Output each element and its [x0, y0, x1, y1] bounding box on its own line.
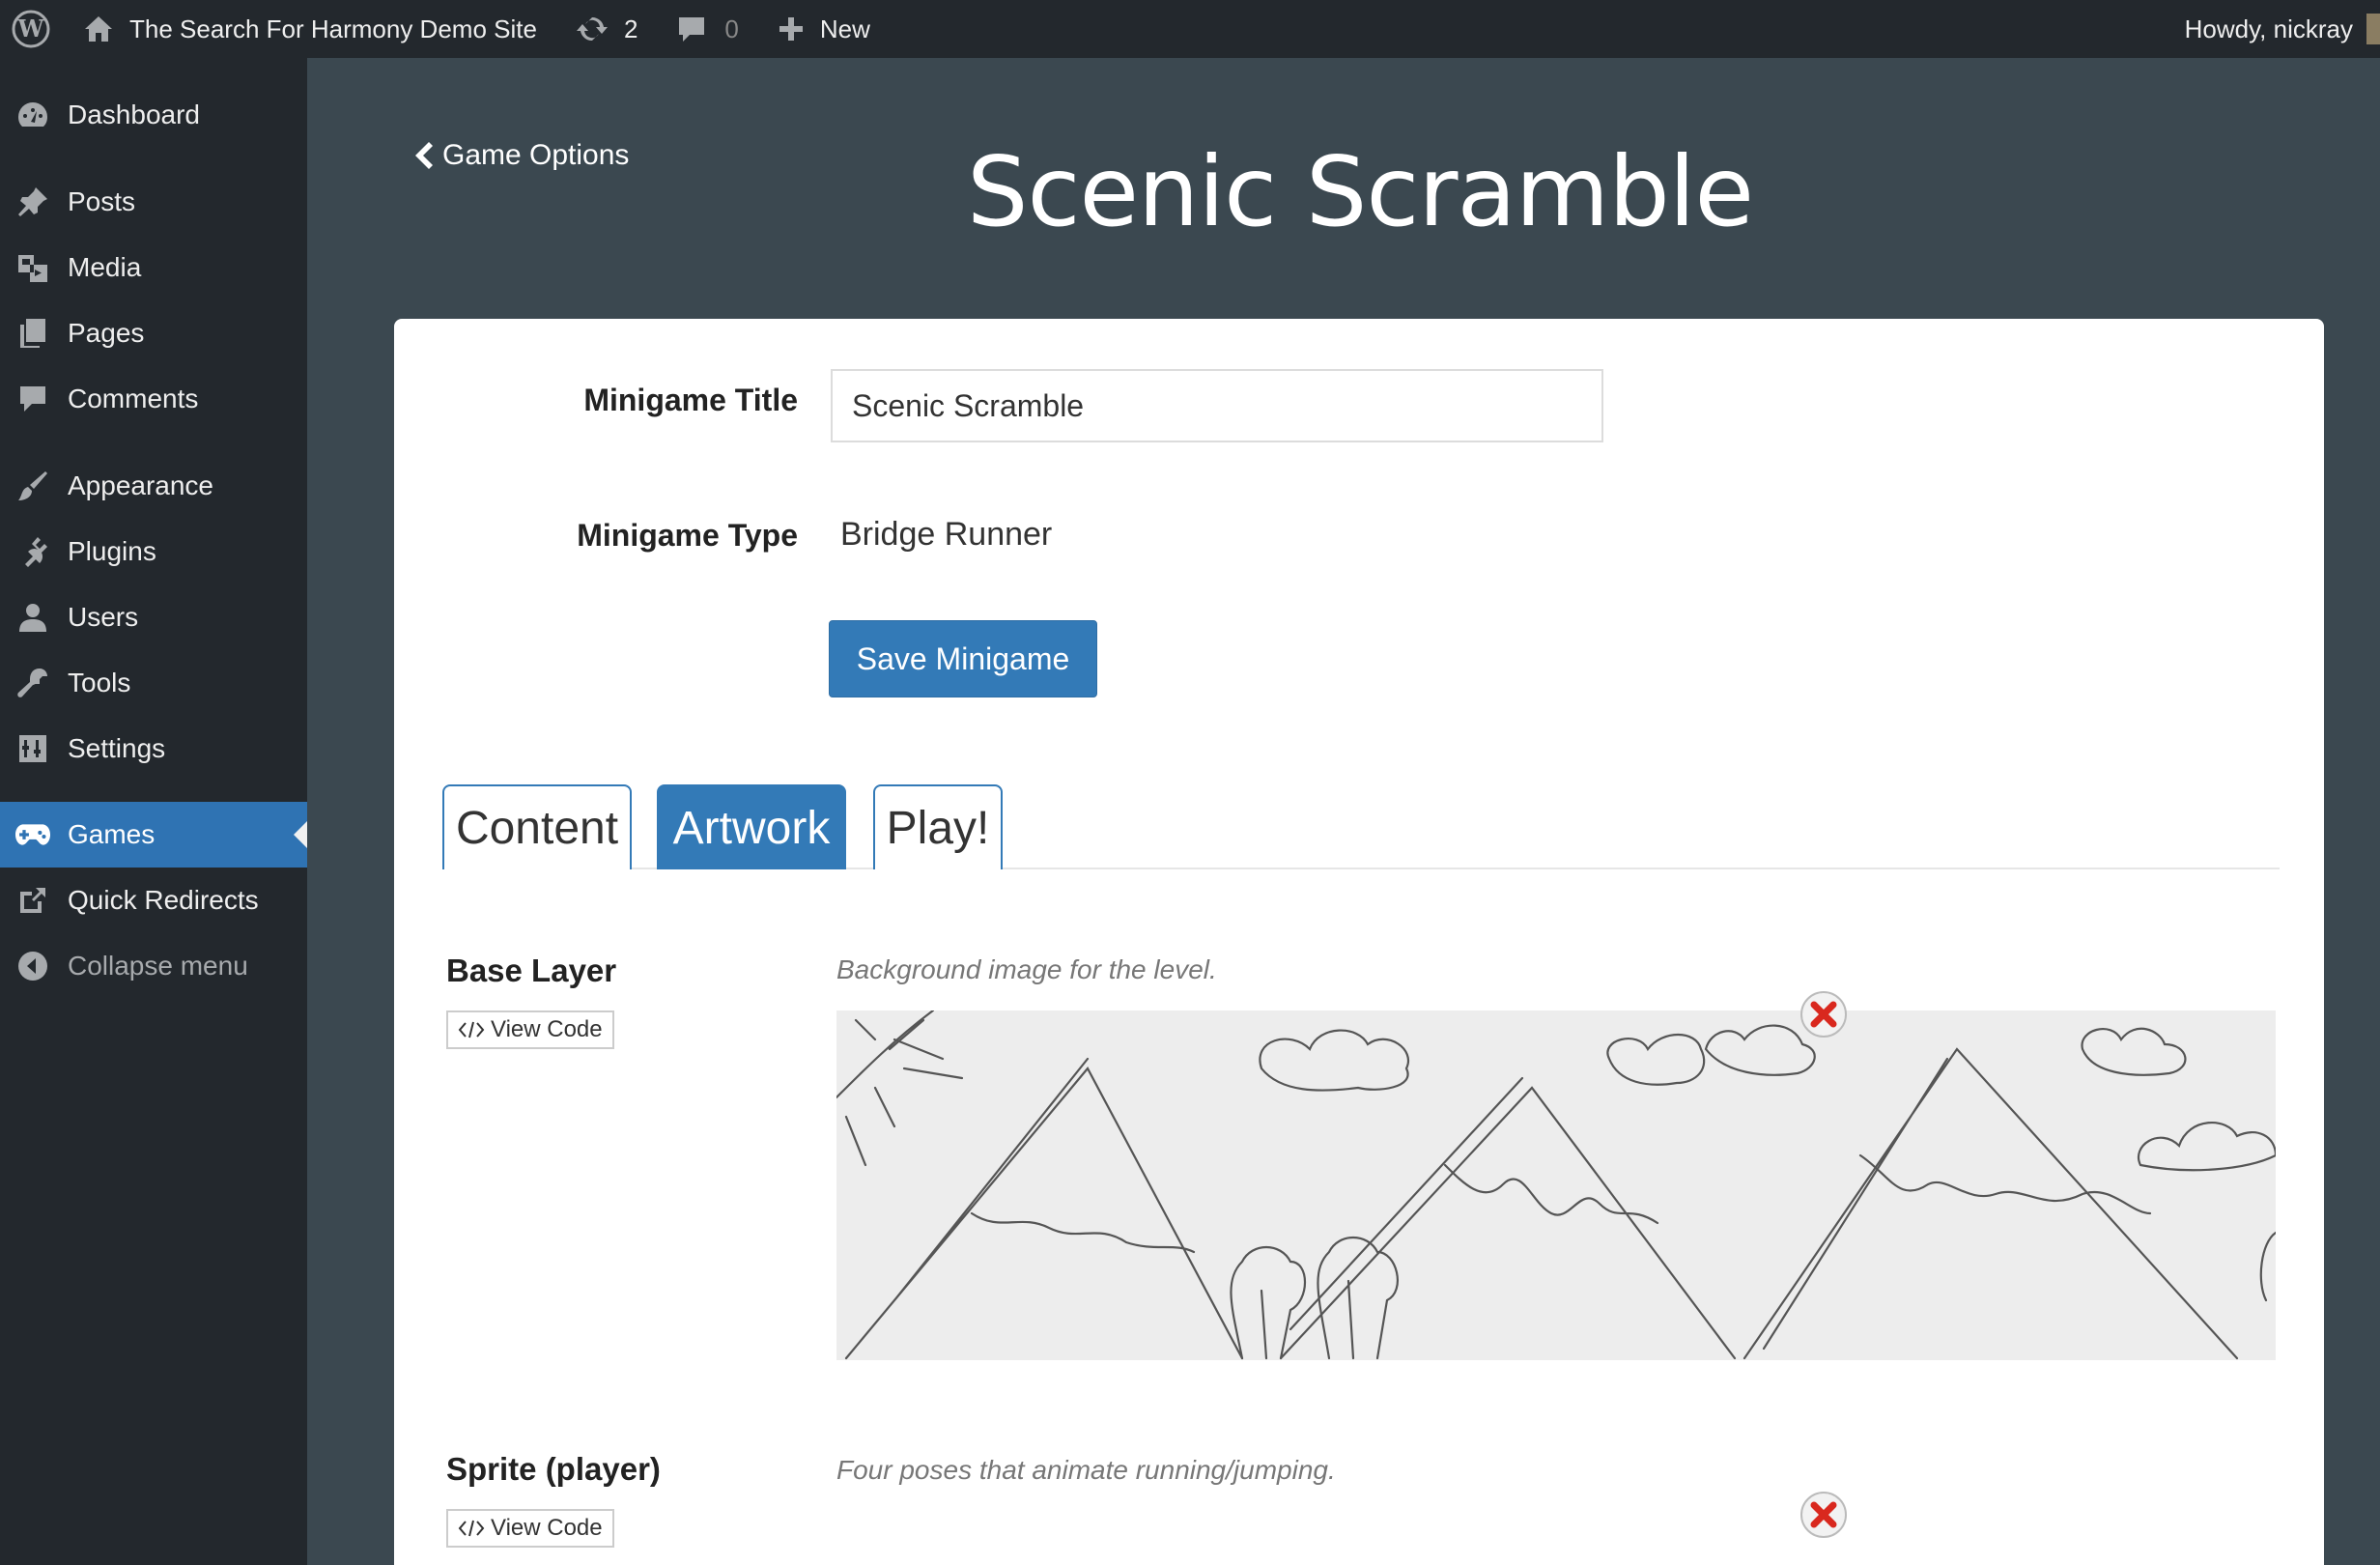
minigame-title-label: Minigame Title	[583, 383, 798, 417]
base-layer-view-code-button[interactable]: View Code	[446, 1010, 614, 1049]
sprite-layer-remove-button[interactable]	[1800, 1492, 1847, 1538]
sidebar-item-label: Users	[68, 602, 139, 632]
avatar[interactable]	[2366, 14, 2380, 44]
sidebar-item-games[interactable]: Games	[0, 802, 307, 868]
pushpin-icon	[15, 185, 50, 219]
minigame-type-value: Bridge Runner	[840, 516, 1053, 553]
gamepad-icon	[15, 817, 50, 852]
sidebar-item-label: Quick Redirects	[68, 885, 259, 915]
view-code-label: View Code	[491, 1515, 603, 1541]
sidebar-item-settings[interactable]: Settings	[0, 721, 307, 777]
sidebar-item-media[interactable]: Media	[0, 240, 307, 296]
sidebar-item-users[interactable]: Users	[0, 589, 307, 645]
comments-count: 0	[724, 14, 739, 43]
howdy-text: Howdy, nickray	[2184, 14, 2353, 43]
pages-icon	[15, 316, 50, 351]
plus-icon	[779, 17, 803, 41]
updates-count: 2	[623, 14, 638, 43]
settings-icon	[15, 731, 50, 766]
minigame-type-label: Minigame Type	[577, 518, 798, 553]
sidebar-item-label: Plugins	[68, 536, 156, 566]
dashboard-icon	[15, 98, 50, 132]
close-icon	[1810, 1501, 1837, 1528]
tab-content[interactable]: Content	[442, 784, 632, 869]
sidebar-item-plugins[interactable]: Plugins	[0, 524, 307, 580]
plugin-icon	[15, 534, 50, 569]
code-icon	[458, 1520, 485, 1537]
sidebar-item-label: Media	[68, 252, 142, 282]
close-icon	[1810, 1001, 1837, 1028]
save-minigame-button[interactable]: Save Minigame	[829, 620, 1097, 697]
paintbrush-icon	[15, 469, 50, 503]
media-icon	[15, 250, 50, 285]
active-indicator	[294, 821, 307, 848]
wordpress-icon: W	[12, 10, 50, 48]
collapse-icon	[15, 949, 50, 983]
sidebar-item-comments[interactable]: Comments	[0, 371, 307, 427]
sidebar-item-quick-redirects[interactable]: Quick Redirects	[0, 872, 307, 928]
minigame-title-input[interactable]	[831, 369, 1603, 442]
sidebar-item-tools[interactable]: Tools	[0, 655, 307, 711]
external-link-icon	[15, 883, 50, 918]
comment-icon	[15, 382, 50, 416]
sidebar-item-pages[interactable]: Pages	[0, 305, 307, 361]
svg-text:W: W	[17, 14, 45, 43]
sprite-layer-view-code-button[interactable]: View Code	[446, 1509, 614, 1548]
tab-play[interactable]: Play!	[873, 784, 1003, 869]
base-layer-title: Base Layer	[446, 953, 617, 988]
sidebar-item-label: Collapse menu	[68, 951, 248, 981]
comments-link[interactable]: 0	[657, 0, 757, 58]
page-title: Scenic Scramble	[967, 135, 1754, 248]
home-icon	[85, 16, 112, 42]
sidebar-item-label: Comments	[68, 384, 199, 413]
site-name-link[interactable]: The Search For Harmony Demo Site	[62, 0, 556, 58]
my-account-link[interactable]: Howdy, nickray	[2185, 0, 2380, 58]
tab-artwork[interactable]: Artwork	[657, 784, 846, 869]
sprite-layer-title: Sprite (player)	[446, 1451, 661, 1487]
user-icon	[15, 600, 50, 635]
code-icon	[458, 1021, 485, 1039]
updates-icon	[576, 16, 608, 42]
base-layer-description: Background image for the level.	[836, 954, 1217, 984]
comment-icon	[679, 17, 705, 42]
sidebar-collapse-menu[interactable]: Collapse menu	[0, 938, 307, 994]
sidebar-item-label: Pages	[68, 318, 145, 348]
view-code-label: View Code	[491, 1016, 603, 1042]
base-layer-remove-button[interactable]	[1800, 991, 1847, 1038]
sidebar-item-label: Appearance	[68, 470, 214, 500]
updates-link[interactable]: 2	[556, 0, 657, 58]
sidebar-item-label: Posts	[68, 186, 136, 216]
site-name: The Search For Harmony Demo Site	[129, 14, 537, 43]
sidebar-item-appearance[interactable]: Appearance	[0, 458, 307, 514]
minigame-editor-card: Minigame Title Minigame Type Bridge Runn…	[394, 319, 2324, 1565]
wordpress-logo-button[interactable]: W	[0, 0, 62, 58]
sprite-layer-description: Four poses that animate running/jumping.	[836, 1455, 1336, 1485]
admin-sidebar: Dashboard Posts Media Pages Comments App…	[0, 58, 307, 1565]
new-content-link[interactable]: New	[758, 0, 890, 58]
sidebar-item-label: Dashboard	[68, 100, 200, 129]
wrench-icon	[15, 666, 50, 700]
new-label: New	[819, 14, 870, 43]
sidebar-item-label: Tools	[68, 668, 131, 697]
sidebar-item-label: Settings	[68, 733, 166, 763]
sidebar-item-posts[interactable]: Posts	[0, 174, 307, 230]
base-layer-image	[836, 1010, 2276, 1360]
admin-bar: W The Search For Harmony Demo Site 2 0 N…	[0, 0, 2380, 58]
sidebar-item-dashboard[interactable]: Dashboard	[0, 87, 307, 143]
sidebar-item-label: Games	[68, 819, 156, 849]
